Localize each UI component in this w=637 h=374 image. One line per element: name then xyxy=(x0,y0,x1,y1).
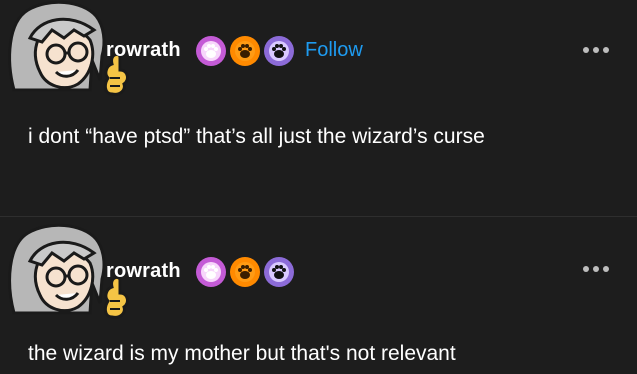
badges xyxy=(196,36,294,66)
orange-paw-badge-icon[interactable] xyxy=(230,36,260,66)
more-options-icon[interactable] xyxy=(583,46,609,54)
username[interactable]: rowrath xyxy=(106,259,181,283)
purple-paw-badge-icon[interactable] xyxy=(264,36,294,66)
post: rowrath the wizard is my mother but that… xyxy=(0,217,637,374)
pink-paw-badge-icon[interactable] xyxy=(196,36,226,66)
post-text: i dont “have ptsd” that’s all just the w… xyxy=(28,125,485,148)
dashboard-feed: rowrath Follow i dont “have ptsd” that’s… xyxy=(0,0,637,374)
pink-paw-badge-icon[interactable] xyxy=(196,257,226,287)
username[interactable]: rowrath xyxy=(106,38,181,62)
badges xyxy=(196,257,294,287)
follow-button[interactable]: Follow xyxy=(305,38,363,62)
post-text: the wizard is my mother but that's not r… xyxy=(28,342,456,365)
orange-paw-badge-icon[interactable] xyxy=(230,257,260,287)
more-options-icon[interactable] xyxy=(583,265,609,273)
post: rowrath Follow i dont “have ptsd” that’s… xyxy=(0,0,637,217)
purple-paw-badge-icon[interactable] xyxy=(264,257,294,287)
